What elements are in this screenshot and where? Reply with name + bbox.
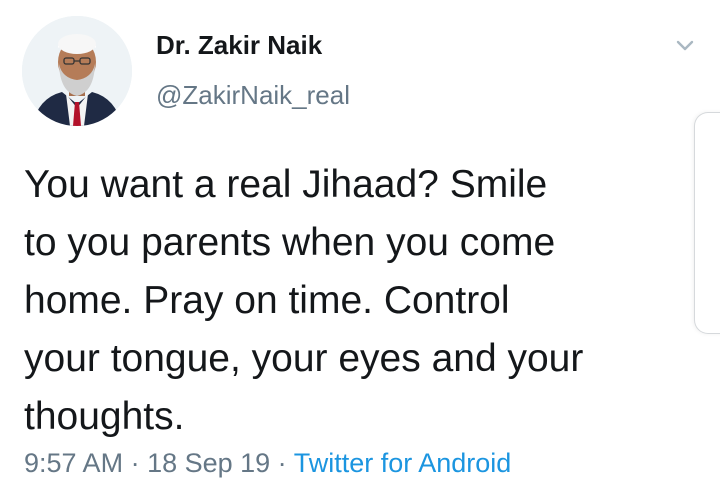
tweet-text: You want a real Jihaad? Smile to you par…: [24, 156, 674, 446]
meta-separator: ·: [270, 448, 294, 478]
meta-separator: ·: [123, 448, 148, 478]
display-name[interactable]: Dr. Zakir Naik: [156, 30, 322, 61]
tweet-source-link[interactable]: Twitter for Android: [294, 448, 512, 478]
chevron-down-icon[interactable]: [672, 32, 698, 58]
tweet-meta: 9:57 AM · 18 Sep 19 · Twitter for Androi…: [24, 448, 511, 479]
tweet-text-line: home. Pray on time. Control: [24, 279, 510, 322]
tweet-card: Dr. Zakir Naik @ZakirNaik_real You want …: [0, 0, 720, 488]
tweet-text-line: You want a real Jihaad? Smile: [24, 163, 548, 206]
tweet-text-line: your tongue, your eyes and your: [24, 337, 584, 380]
tweet-date[interactable]: 18 Sep 19: [147, 448, 270, 478]
side-panel-edge[interactable]: [694, 112, 720, 334]
profile-photo: [22, 16, 132, 126]
tweet-time[interactable]: 9:57 AM: [24, 448, 123, 478]
user-handle[interactable]: @ZakirNaik_real: [156, 80, 350, 111]
avatar[interactable]: [22, 16, 132, 126]
tweet-text-line: to you parents when you come: [24, 221, 556, 264]
tweet-text-line: thoughts.: [24, 395, 185, 438]
